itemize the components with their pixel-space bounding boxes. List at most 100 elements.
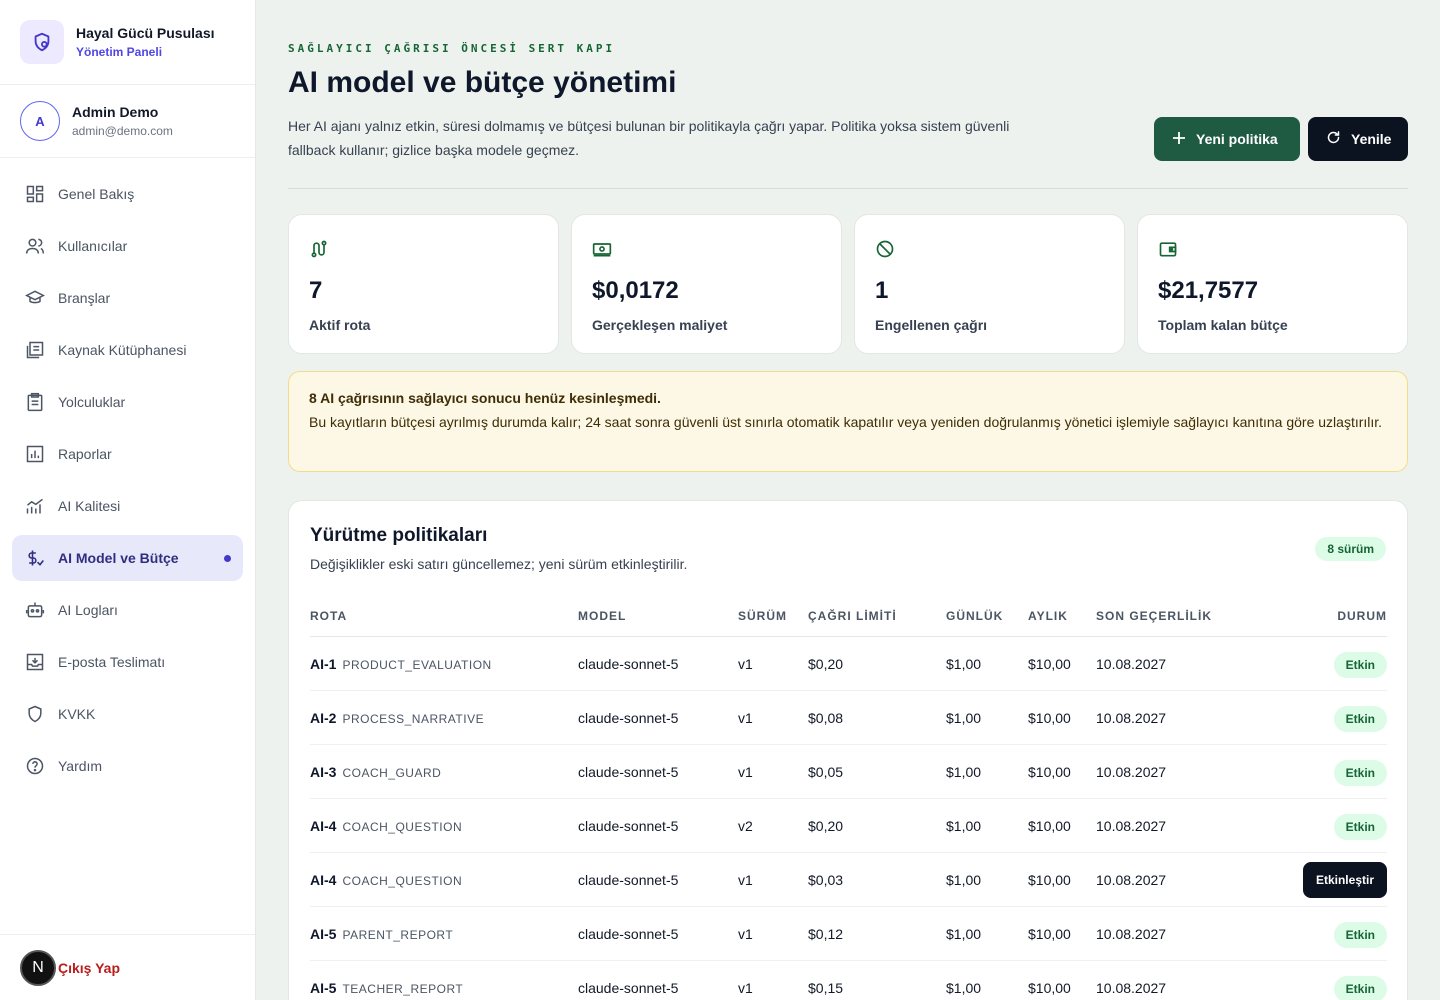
- sidebar-item-branslar[interactable]: Branşlar: [12, 275, 243, 321]
- user-name: Admin Demo: [72, 104, 159, 120]
- valid-until-cell: 10.08.2027: [1096, 710, 1167, 726]
- daily-cell: $1,00: [946, 818, 982, 834]
- user-card[interactable]: A Admin Demo admin@demo.com: [0, 85, 255, 158]
- stat-card-remaining-budget: $21,7577 Toplam kalan bütçe: [1137, 214, 1408, 354]
- route-id: AI-5: [310, 926, 337, 942]
- shield-gear-icon: [20, 20, 64, 64]
- help-circle-icon: [24, 755, 46, 777]
- limit-cell: $0,08: [808, 710, 844, 726]
- stat-value: $21,7577: [1158, 277, 1259, 304]
- stat-value: 1: [875, 277, 889, 304]
- table-row[interactable]: AI-3 COACH_GUARD claude-sonnet-5 v1 $0,05 $1,…: [310, 745, 1387, 799]
- panel-subtitle: Değişiklikler eski satırı güncellemez; y…: [310, 556, 688, 572]
- monthly-cell: $10,00: [1028, 926, 1071, 942]
- stat-label: Aktif rota: [309, 317, 371, 333]
- activate-button[interactable]: Etkinleştir: [1302, 862, 1387, 898]
- table-row[interactable]: AI-4 COACH_QUESTION claude-sonnet-5 v2 $0,20…: [310, 799, 1387, 853]
- column-header-valid: SON GEÇERLİLİK: [1096, 609, 1213, 623]
- sidebar-item-label: AI Kalitesi: [58, 498, 121, 514]
- status-badge: Etkin: [1333, 652, 1387, 678]
- avatar: A: [20, 101, 60, 141]
- column-header-monthly: AYLIK: [1028, 609, 1068, 623]
- status-badge: Etkin: [1333, 760, 1387, 786]
- model-cell: claude-sonnet-5: [578, 710, 679, 726]
- sidebar-item-ai-model-butce[interactable]: AI Model ve Bütçe: [12, 535, 243, 581]
- brand-header[interactable]: Hayal Gücü Pusulası Yönetim Paneli: [0, 0, 255, 85]
- column-header-daily: GÜNLÜK: [946, 609, 1004, 623]
- status-badge: Etkin: [1333, 976, 1387, 1000]
- status-badge: Etkin: [1333, 814, 1387, 840]
- route-cell: AI-5 PARENT_REPORT: [310, 926, 453, 942]
- sidebar-item-ai-loglari[interactable]: AI Logları: [12, 587, 243, 633]
- alert-body: Bu kayıtların bütçesi ayrılmış durumda k…: [309, 414, 1383, 430]
- route-id: AI-4: [310, 818, 337, 834]
- column-header-limit: ÇAĞRI LİMİTİ: [808, 609, 897, 623]
- valid-until-cell: 10.08.2027: [1096, 764, 1167, 780]
- daily-cell: $1,00: [946, 710, 982, 726]
- sidebar-item-yolculuklar[interactable]: Yolculuklar: [12, 379, 243, 425]
- refresh-button[interactable]: Yenile: [1308, 117, 1408, 161]
- model-cell: claude-sonnet-5: [578, 764, 679, 780]
- monthly-cell: $10,00: [1028, 872, 1071, 888]
- sidebar-item-genel-bakis[interactable]: Genel Bakış: [12, 171, 243, 217]
- sidebar-item-kullanicilar[interactable]: Kullanıcılar: [12, 223, 243, 269]
- route-cell: AI-5 TEACHER_REPORT: [310, 980, 463, 996]
- route-name: PRODUCT_EVALUATION: [342, 658, 492, 672]
- sidebar-item-yardim[interactable]: Yardım: [12, 743, 243, 789]
- sidebar-item-label: Yolculuklar: [58, 394, 126, 410]
- logout-label: Çıkış Yap: [58, 959, 121, 976]
- valid-until-cell: 10.08.2027: [1096, 818, 1167, 834]
- table-row[interactable]: AI-4 COACH_QUESTION claude-sonnet-5 v1 $0,03…: [310, 853, 1387, 907]
- sidebar-item-kvkk[interactable]: KVKK: [12, 691, 243, 737]
- limit-cell: $0,20: [808, 818, 844, 834]
- sidebar-item-label: Branşlar: [58, 290, 111, 306]
- sidebar-item-ai-kalitesi[interactable]: AI Kalitesi: [12, 483, 243, 529]
- refresh-icon: [1326, 130, 1341, 148]
- route-cell: AI-2 PROCESS_NARRATIVE: [310, 710, 484, 726]
- stat-label: Engellenen çağrı: [875, 317, 988, 333]
- clipboard-icon: [24, 391, 46, 413]
- monthly-cell: $10,00: [1028, 980, 1071, 996]
- limit-cell: $0,15: [808, 980, 844, 996]
- stat-label: Gerçekleşen maliyet: [592, 317, 728, 333]
- route-cell: AI-3 COACH_GUARD: [310, 764, 441, 780]
- pending-calls-alert: 8 AI çağrısının sağlayıcı sonucu henüz k…: [288, 371, 1408, 472]
- stat-card-cost: $0,0172 Gerçekleşen maliyet: [571, 214, 842, 354]
- library-icon: [24, 339, 46, 361]
- ban-icon: [875, 239, 1104, 259]
- route-name: COACH_QUESTION: [342, 874, 463, 888]
- monthly-cell: $10,00: [1028, 656, 1071, 672]
- model-cell: claude-sonnet-5: [578, 980, 679, 996]
- sidebar-item-kaynak-kutuphanesi[interactable]: Kaynak Kütüphanesi: [12, 327, 243, 373]
- banknote-icon: [592, 239, 821, 259]
- model-cell: claude-sonnet-5: [578, 656, 679, 672]
- sidebar-item-eposta-teslimati[interactable]: E-posta Teslimatı: [12, 639, 243, 685]
- route-id: AI-5: [310, 980, 337, 996]
- sidebar-item-raporlar[interactable]: Raporlar: [12, 431, 243, 477]
- plus-icon: [1172, 131, 1186, 148]
- route-id: AI-2: [310, 710, 337, 726]
- table-row[interactable]: AI-1 PRODUCT_EVALUATION claude-sonnet-5 v1 $…: [310, 637, 1387, 691]
- sidebar-item-label: Raporlar: [58, 446, 112, 462]
- limit-cell: $0,03: [808, 872, 844, 888]
- table-row[interactable]: AI-5 TEACHER_REPORT claude-sonnet-5 v1 $0,15…: [310, 961, 1387, 1000]
- brand-title: Hayal Gücü Pusulası: [76, 25, 215, 41]
- dollar-route-icon: [24, 547, 46, 569]
- new-policy-button[interactable]: Yeni politika: [1154, 117, 1300, 161]
- table-row[interactable]: AI-2 PROCESS_NARRATIVE claude-sonnet-5 v1 $0…: [310, 691, 1387, 745]
- user-email: admin@demo.com: [72, 124, 173, 138]
- dashboard-icon: [24, 183, 46, 205]
- wallet-icon: [1158, 239, 1387, 259]
- limit-cell: $0,12: [808, 926, 844, 942]
- version-cell: v1: [738, 764, 753, 780]
- column-header-model: MODEL: [578, 609, 627, 623]
- logout-button[interactable]: N Çıkış Yap: [0, 934, 255, 1000]
- model-cell: claude-sonnet-5: [578, 818, 679, 834]
- column-header-version: SÜRÜM: [738, 609, 787, 623]
- version-cell: v1: [738, 926, 753, 942]
- table-row[interactable]: AI-5 PARENT_REPORT claude-sonnet-5 v1 $0,12 $…: [310, 907, 1387, 961]
- valid-until-cell: 10.08.2027: [1096, 656, 1167, 672]
- bar-chart-icon: [24, 443, 46, 465]
- logout-badge: N: [20, 949, 56, 986]
- daily-cell: $1,00: [946, 872, 982, 888]
